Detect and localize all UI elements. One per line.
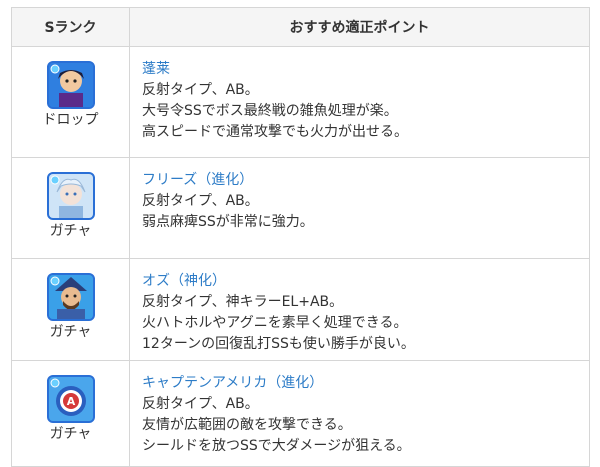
- description-line: シールドを放つSSで大ダメージが狙える。: [142, 438, 411, 454]
- table-header-row: Sランク おすすめ適正ポイント: [11, 7, 590, 47]
- description-line: 反射タイプ、AB。: [142, 193, 259, 209]
- description-line: 火ハトホルやアグニを素早く処理できる。: [142, 315, 408, 331]
- table-row: ドロップ 蓬莱 反射タイプ、AB。 大号令SSでボス最終戦の雑魚処理が楽。 高ス…: [11, 46, 590, 158]
- obtain-method: ドロップ: [42, 112, 99, 128]
- description-line: 高スピードで通常攻撃でも火力が出せる。: [142, 124, 408, 140]
- unit-name-link[interactable]: オズ（神化）: [142, 271, 589, 292]
- oz-character-icon[interactable]: [46, 273, 95, 321]
- ranking-table-container: Sランク おすすめ適正ポイント ドロップ 蓬莱 反射タイプ、AB。 大号令SSで…: [11, 7, 590, 467]
- freeze-character-icon[interactable]: [46, 172, 95, 220]
- description-line: 12ターンの回復乱打SSも使い勝手が良い。: [142, 336, 415, 352]
- unit-cell: A ガチャ: [11, 360, 130, 467]
- unit-cell: ドロップ: [11, 46, 130, 158]
- table-row: ガチャ フリーズ（進化） 反射タイプ、AB。 弱点麻痺SSが非常に強力。: [11, 157, 590, 259]
- description-line: 反射タイプ、神キラーEL+AB。: [142, 294, 344, 310]
- description-cell: キャプテンアメリカ（進化） 反射タイプ、AB。 友情が広範囲の敵を攻撃できる。 …: [129, 360, 590, 467]
- obtain-method: ガチャ: [49, 426, 92, 442]
- unit-name-link[interactable]: フリーズ（進化）: [142, 170, 589, 191]
- description-cell: フリーズ（進化） 反射タイプ、AB。 弱点麻痺SSが非常に強力。: [129, 157, 590, 259]
- table-row: A ガチャ キャプテンアメリカ（進化） 反射タイプ、AB。 友情が広範囲の敵を攻…: [11, 360, 590, 467]
- unit-name-link[interactable]: キャプテンアメリカ（進化）: [142, 373, 589, 394]
- obtain-method: ガチャ: [49, 324, 92, 340]
- table-row: ガチャ オズ（神化） 反射タイプ、神キラーEL+AB。 火ハトホルやアグニを素早…: [11, 258, 590, 361]
- obtain-method: ガチャ: [49, 223, 92, 239]
- description-cell: 蓬莱 反射タイプ、AB。 大号令SSでボス最終戦の雑魚処理が楽。 高スピードで通…: [129, 46, 590, 158]
- captain-america-character-icon[interactable]: A: [46, 375, 95, 423]
- unit-name-link[interactable]: 蓬莱: [142, 59, 589, 80]
- description-line: 弱点麻痺SSが非常に強力。: [142, 214, 314, 230]
- svg-text:A: A: [66, 395, 75, 408]
- rank-column-header: Sランク: [11, 7, 130, 47]
- unit-cell: ガチャ: [11, 258, 130, 361]
- unit-cell: ガチャ: [11, 157, 130, 259]
- points-column-header: おすすめ適正ポイント: [129, 7, 590, 47]
- description-line: 反射タイプ、AB。: [142, 82, 259, 98]
- s-rank-table: Sランク おすすめ適正ポイント ドロップ 蓬莱 反射タイプ、AB。 大号令SSで…: [11, 7, 590, 467]
- description-line: 反射タイプ、AB。: [142, 396, 259, 412]
- description-line: 友情が広範囲の敵を攻撃できる。: [142, 417, 352, 433]
- horai-character-icon[interactable]: [46, 61, 95, 109]
- description-cell: オズ（神化） 反射タイプ、神キラーEL+AB。 火ハトホルやアグニを素早く処理で…: [129, 258, 590, 361]
- description-line: 大号令SSでボス最終戦の雑魚処理が楽。: [142, 103, 398, 119]
